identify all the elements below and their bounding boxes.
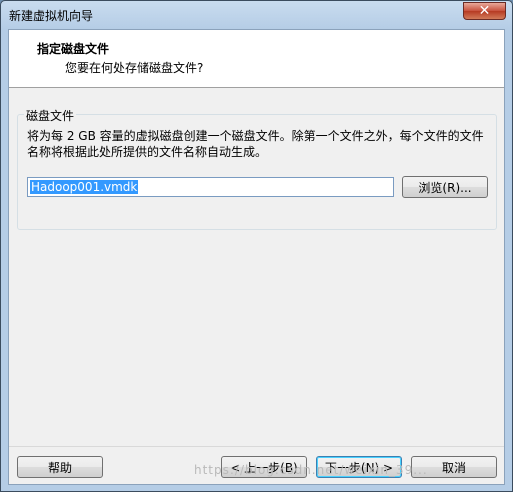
next-button-label: 下一步(N) >: [324, 460, 394, 475]
browse-button[interactable]: 浏览(R)...: [402, 176, 488, 198]
wizard-window: 新建虚拟机向导 ✕ 指定磁盘文件 您要在何处存储磁盘文件? 磁盘文件 将为每 2…: [0, 0, 513, 492]
close-button[interactable]: ✕: [463, 2, 506, 20]
disk-file-description: 将为每 2 GB 容量的虚拟磁盘创建一个磁盘文件。除第一个文件之外，每个文件的文…: [27, 129, 484, 159]
page-title: 指定磁盘文件: [37, 42, 110, 56]
wizard-header: 指定磁盘文件 您要在何处存储磁盘文件?: [9, 30, 504, 88]
wizard-body: 指定磁盘文件 您要在何处存储磁盘文件? 磁盘文件 将为每 2 GB 容量的虚拟磁…: [8, 29, 505, 485]
page-subtitle: 您要在何处存储磁盘文件?: [65, 61, 204, 75]
help-button-label: 帮助: [47, 460, 72, 475]
cancel-button[interactable]: 取消: [411, 456, 497, 478]
cancel-button-label: 取消: [441, 460, 466, 475]
browse-button-label: 浏览(R)...: [418, 180, 472, 195]
disk-filename-input[interactable]: Hadoop001.vmdk: [27, 177, 394, 197]
help-button[interactable]: 帮助: [17, 456, 103, 478]
disk-filename-value: Hadoop001.vmdk: [30, 180, 139, 194]
window-title: 新建虚拟机向导: [9, 9, 94, 23]
title-bar[interactable]: 新建虚拟机向导 ✕: [1, 1, 512, 29]
footer-divider: [9, 446, 504, 447]
next-button[interactable]: 下一步(N) >: [316, 456, 402, 478]
back-button-label: < 上一步(B): [230, 460, 298, 475]
disk-file-group-label: 磁盘文件: [24, 107, 77, 124]
close-icon: ✕: [478, 3, 491, 19]
back-button[interactable]: < 上一步(B): [221, 456, 307, 478]
